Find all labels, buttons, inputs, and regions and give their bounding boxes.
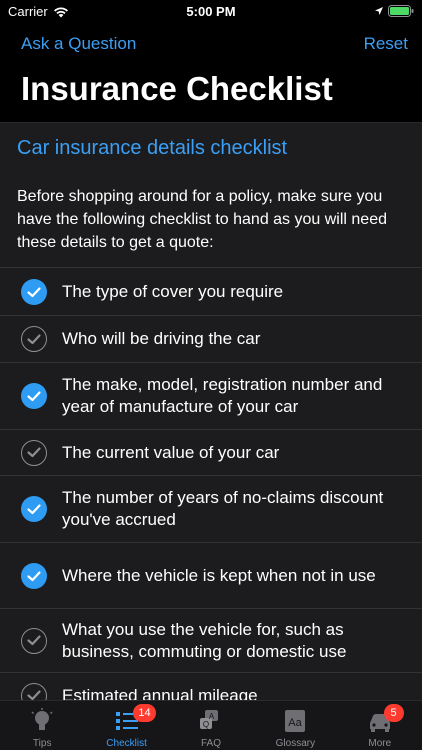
- tab-checklist[interactable]: 14 Checklist: [84, 701, 168, 750]
- svg-text:Q: Q: [203, 720, 209, 729]
- checkmark-icon[interactable]: [21, 562, 47, 589]
- checkmark-icon[interactable]: [21, 278, 47, 305]
- tab-more[interactable]: 5 More: [338, 701, 422, 750]
- item-label: Estimated annual mileage: [62, 685, 258, 701]
- battery-indicator: [374, 5, 414, 17]
- page-title: Insurance Checklist: [21, 70, 333, 107]
- status-time: 5:00 PM: [186, 4, 236, 19]
- checkmark-icon[interactable]: [21, 439, 47, 466]
- item-label: The number of years of no-claims discoun…: [62, 488, 384, 529]
- checkmark-icon[interactable]: [21, 627, 47, 654]
- navigation-bar: Ask a Question Reset Insurance Checklist: [0, 26, 422, 122]
- list-item[interactable]: Where the vehicle is kept when not in us…: [0, 542, 422, 608]
- item-label: The current value of your car: [62, 442, 280, 462]
- tab-glossary[interactable]: Aa Glossary: [253, 701, 337, 750]
- tab-tips[interactable]: Tips: [0, 701, 84, 750]
- list-item[interactable]: The current value of your car: [0, 429, 422, 475]
- list-item[interactable]: Estimated annual mileage: [0, 672, 422, 700]
- tab-label: FAQ: [200, 738, 221, 749]
- more-badge: 5: [383, 704, 404, 722]
- checkmark-icon[interactable]: [21, 682, 47, 700]
- tab-faq[interactable]: A Q FAQ: [169, 701, 253, 750]
- lightbulb-icon: [31, 708, 53, 730]
- location-icon: [375, 7, 383, 15]
- tab-bar: Tips 14 Checklist A Q FAQ Aa Glossary 5 …: [0, 700, 422, 750]
- tab-label: Glossary: [275, 738, 316, 749]
- intro-text: Before shopping around for a policy, mak…: [17, 188, 387, 251]
- list-item[interactable]: The type of cover you require: [0, 267, 422, 315]
- item-label: Where the vehicle is kept when not in us…: [62, 565, 376, 585]
- checkmark-icon[interactable]: [21, 496, 47, 522]
- item-label: The type of cover you require: [62, 281, 284, 301]
- list-item[interactable]: The number of years of no-claims discoun…: [0, 475, 422, 542]
- item-label: What you use the vehicle for, such as bu…: [62, 619, 347, 661]
- list-item[interactable]: What you use the vehicle for, such as bu…: [0, 608, 422, 672]
- glossary-icon: Aa: [285, 710, 306, 732]
- list-item[interactable]: The make, model, registration number and…: [0, 362, 422, 429]
- status-bar: Carrier 5:00 PM: [0, 0, 422, 22]
- item-label: The make, model, registration number and…: [62, 375, 383, 416]
- checkmark-icon[interactable]: [21, 326, 47, 352]
- svg-text:A: A: [209, 712, 215, 721]
- section-title: Car insurance details checklist: [17, 137, 288, 159]
- reset-button[interactable]: Reset: [364, 34, 408, 54]
- faq-icon: A Q: [199, 710, 218, 729]
- tab-label: Tips: [32, 738, 52, 749]
- checklist-content[interactable]: Car insurance details checklist Before s…: [0, 122, 422, 700]
- tab-label: Checklist: [106, 738, 147, 749]
- item-label: Who will be driving the car: [62, 329, 261, 348]
- ask-question-button[interactable]: Ask a Question: [21, 34, 136, 54]
- svg-text:Aa: Aa: [289, 717, 303, 729]
- battery-icon: [388, 5, 414, 17]
- tab-label: More: [368, 738, 392, 749]
- checkmark-icon[interactable]: [21, 383, 47, 409]
- checklist-badge: 14: [133, 704, 156, 722]
- list-item[interactable]: Who will be driving the car: [0, 315, 422, 362]
- check-list: The type of cover you require Who will b…: [0, 267, 422, 700]
